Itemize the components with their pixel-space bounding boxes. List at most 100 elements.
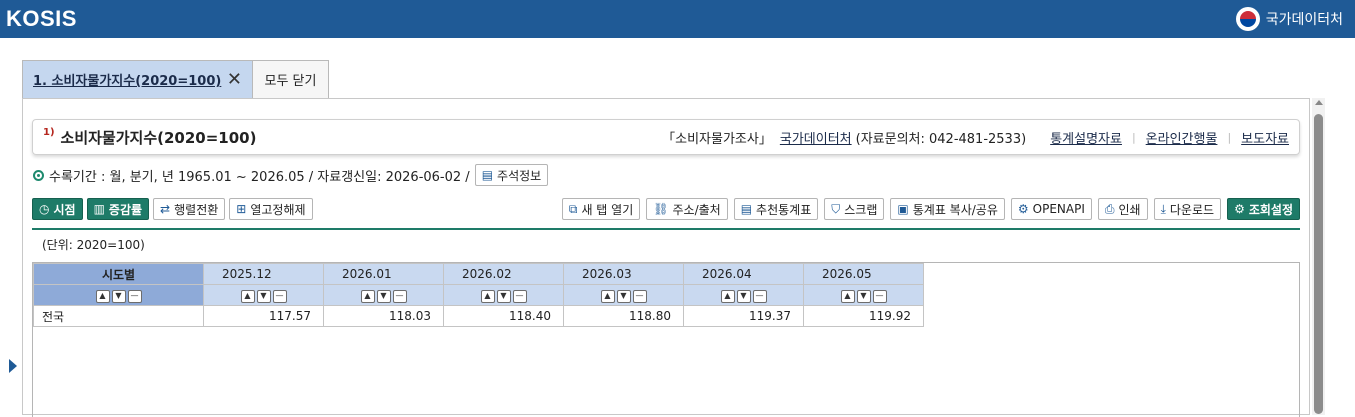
press-release-link[interactable]: 보도자료 <box>1241 128 1289 147</box>
download-button[interactable]: ⤓ 다운로드 <box>1153 198 1222 220</box>
sort-ascending-icon[interactable]: ▲ <box>600 289 615 303</box>
tab-cpi-label[interactable]: 1. 소비자물가지수(2020=100) <box>33 70 221 89</box>
copy-share-button-label: 통계표 복사/공유 <box>912 202 998 217</box>
row-header-region[interactable]: 시도별 <box>33 263 204 285</box>
sort-descending-icon[interactable]: ▼ <box>376 289 391 303</box>
download-button-label: 다운로드 <box>1169 202 1215 217</box>
column-header-2026-05[interactable]: 2026.05 <box>803 263 924 285</box>
org-link[interactable]: 국가데이터처 <box>780 128 852 147</box>
column-header-2025-12[interactable]: 2025.12 <box>203 263 324 285</box>
link-icon: ⛓ <box>653 202 669 216</box>
print-button-label: 인쇄 <box>1118 202 1141 217</box>
api-icon: ⚙ <box>1017 202 1029 216</box>
sort-ascending-icon[interactable]: ▲ <box>360 289 375 303</box>
column-header-2026-04[interactable]: 2026.04 <box>683 263 804 285</box>
sort-descending-icon[interactable]: ▼ <box>496 289 511 303</box>
survey-name: 「소비자물가조사」 <box>662 131 772 147</box>
sort-ascending-icon[interactable]: ▲ <box>95 289 110 303</box>
source-info: 「소비자물가조사」 국가데이터처 (자료문의처: 042-481-2533) 통… <box>662 128 1289 147</box>
table-row: 전국 117.57 118.03 118.40 118.80 119.37 11… <box>33 305 924 327</box>
column-header-2026-01[interactable]: 2026.01 <box>323 263 444 285</box>
table-cell: 117.57 <box>203 305 324 327</box>
sort-descending-icon[interactable]: ▼ <box>736 289 751 303</box>
tab-cpi[interactable]: 1. 소비자물가지수(2020=100) ✕ <box>22 60 253 98</box>
top-bar: KOSIS 국가데이터처 <box>0 0 1355 38</box>
period-info: 수록기간 : 월, 분기, 년 1965.01 ~ 2026.05 / 자료갱신… <box>49 169 470 185</box>
sort-descending-icon[interactable]: ▼ <box>256 289 271 303</box>
sort-descending-icon[interactable]: ▼ <box>856 289 871 303</box>
close-icon[interactable]: ✕ <box>227 69 242 90</box>
sort-ascending-icon[interactable]: ▲ <box>240 289 255 303</box>
info-line: 수록기간 : 월, 분기, 년 1965.01 ~ 2026.05 / 자료갱신… <box>33 163 549 187</box>
copy-share-button[interactable]: ▣ 통계표 복사/공유 <box>890 198 1005 220</box>
notes-button[interactable]: ▤ 주석정보 <box>474 164 549 186</box>
toolbar-left: ◷ 시점 ▥ 증감률 ⇄ 행렬전환 ⊞ 열고정해제 <box>32 198 313 220</box>
period-button[interactable]: ◷ 시점 <box>32 198 83 220</box>
new-tab-icon: ⧉ <box>568 201 578 216</box>
sort-ascending-icon[interactable]: ▲ <box>720 289 735 303</box>
table-cell: 118.40 <box>443 305 564 327</box>
openapi-button-label: OPENAPI <box>1032 202 1085 216</box>
change-rate-button[interactable]: ▥ 증감률 <box>86 198 150 220</box>
remove-icon[interactable]: — <box>127 289 142 303</box>
download-icon: ⤓ <box>1160 201 1166 216</box>
sort-controls: ▲ ▼ — <box>323 284 444 306</box>
sort-controls: ▲ ▼ — <box>683 284 804 306</box>
bullet-icon <box>33 169 44 181</box>
clock-icon: ◷ <box>39 202 50 216</box>
sort-controls: ▲ ▼ — <box>203 284 324 306</box>
sort-controls: ▲ ▼ — <box>563 284 684 306</box>
address-source-button[interactable]: ⛓ 주소/출처 <box>646 198 728 220</box>
openapi-button[interactable]: ⚙ OPENAPI <box>1010 198 1092 220</box>
print-button[interactable]: ⎙ 인쇄 <box>1097 198 1148 220</box>
grid-icon: ⊞ <box>236 202 247 216</box>
new-tab-button[interactable]: ⧉ 새 탭 열기 <box>561 198 641 220</box>
sort-descending-icon[interactable]: ▼ <box>616 289 631 303</box>
divider: | <box>1131 130 1136 144</box>
remove-icon[interactable]: — <box>872 289 887 303</box>
transpose-button[interactable]: ⇄ 행렬전환 <box>153 198 226 220</box>
remove-icon[interactable]: — <box>272 289 287 303</box>
remove-icon[interactable]: — <box>752 289 767 303</box>
expand-arrow-icon[interactable] <box>9 359 17 373</box>
query-settings-button-label: 조회설정 <box>1248 202 1293 217</box>
query-settings-button[interactable]: ⚙ 조회설정 <box>1227 198 1300 220</box>
main-page: 1. 소비자물가지수(2020=100) ✕ 모두 닫기 1) 소비자물가지수(… <box>0 38 1355 417</box>
unfreeze-columns-button[interactable]: ⊞ 열고정해제 <box>229 198 313 220</box>
comment-icon: ▤ <box>740 202 753 216</box>
copy-icon: ▣ <box>897 202 909 216</box>
sort-ascending-icon[interactable]: ▲ <box>480 289 495 303</box>
data-table: 시도별 2025.12 2026.01 2026.02 2026.03 2026… <box>33 263 924 327</box>
column-header-2026-03[interactable]: 2026.03 <box>563 263 684 285</box>
recommended-tables-button[interactable]: ▤ 추천통계표 <box>733 198 819 220</box>
table-cell: 118.80 <box>563 305 684 327</box>
toolbar: ◷ 시점 ▥ 증감률 ⇄ 행렬전환 ⊞ 열고정해제 ⧉ 새 탭 열기 ⛓ 주소/… <box>32 198 1300 230</box>
remove-icon[interactable]: — <box>512 289 527 303</box>
footnote-mark[interactable]: 1) <box>43 127 55 138</box>
column-header-2026-02[interactable]: 2026.02 <box>443 263 564 285</box>
scroll-up-icon[interactable] <box>1315 100 1323 105</box>
online-publication-link[interactable]: 온라인간행물 <box>1146 128 1218 147</box>
close-all-tabs-button[interactable]: 모두 닫기 <box>253 60 329 98</box>
stat-description-link[interactable]: 통계설명자료 <box>1050 128 1122 147</box>
data-grid: 시도별 2025.12 2026.01 2026.02 2026.03 2026… <box>32 262 1300 417</box>
toolbar-right: ⧉ 새 탭 열기 ⛓ 주소/출처 ▤ 추천통계표 ⛉ 스크랩 ▣ 통계표 복사/… <box>561 198 1300 220</box>
vertical-scrollbar[interactable] <box>1312 98 1325 415</box>
taegeuk-emblem-icon <box>1235 7 1260 31</box>
remove-icon[interactable]: — <box>392 289 407 303</box>
kosis-logo[interactable]: KOSIS <box>6 6 77 32</box>
title-bar: 1) 소비자물가지수(2020=100) 「소비자물가조사」 국가데이터처 (자… <box>32 119 1300 155</box>
bookmark-icon: ⛉ <box>831 201 841 216</box>
page-title: 1) 소비자물가지수(2020=100) <box>43 127 256 148</box>
sort-descending-icon[interactable]: ▼ <box>111 289 126 303</box>
scrap-button[interactable]: ⛉ 스크랩 <box>824 198 885 220</box>
sort-controls: ▲ ▼ — <box>33 284 204 306</box>
remove-icon[interactable]: — <box>632 289 647 303</box>
recommended-tables-button-label: 추천통계표 <box>756 202 812 217</box>
sort-control-row: ▲ ▼ — ▲ ▼ — ▲ ▼ — ▲ ▼ — ▲ ▼ — ▲ ▼ — ▲ ▼ — <box>33 284 924 306</box>
brand[interactable]: 국가데이터처 <box>1235 7 1343 31</box>
period-button-label: 시점 <box>53 202 76 217</box>
contact-info: (자료문의처: 042-481-2533) <box>855 131 1027 147</box>
scrollbar-thumb[interactable] <box>1314 114 1323 414</box>
sort-ascending-icon[interactable]: ▲ <box>840 289 855 303</box>
